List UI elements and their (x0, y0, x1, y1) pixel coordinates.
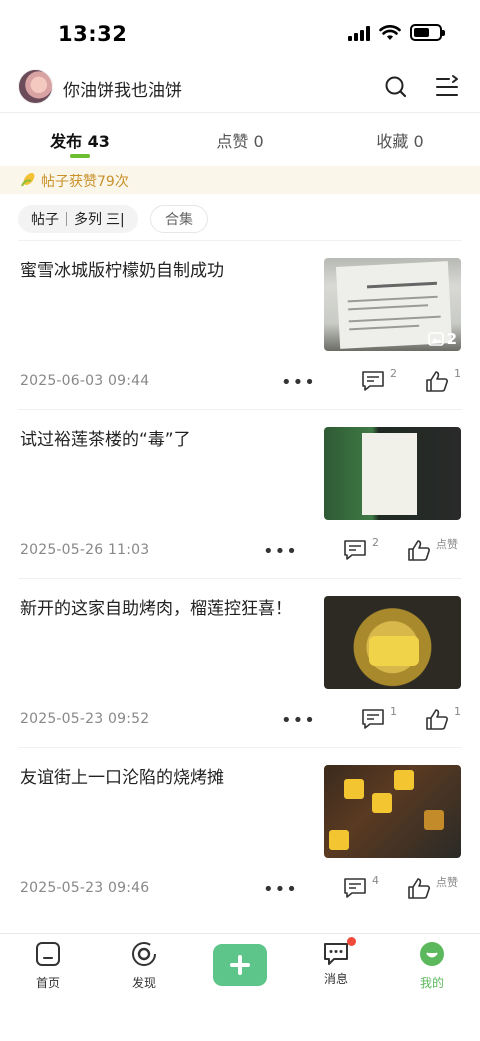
avatar[interactable] (18, 69, 53, 104)
nav-home[interactable]: 首页 (8, 940, 88, 991)
post-title[interactable]: 蜜雪冰城版柠檬奶自制成功 (20, 257, 295, 286)
filter-posts-chip[interactable]: 帖子 多列 三| (18, 205, 138, 233)
like-label: 点赞 (436, 538, 458, 551)
filter-collection-chip[interactable]: 合集 (150, 205, 208, 233)
post-title[interactable]: 新开的这家自助烤肉，榴莲控狂喜！ (20, 595, 295, 624)
post-date: 2025-05-23 09:52 (20, 711, 150, 727)
tab-label: 发布 43 (50, 132, 110, 151)
filter-posts-label: 帖子 (31, 212, 59, 228)
post-item[interactable]: 新开的这家自助烤肉，榴莲控狂喜！ 2025-05-23 09:52 ••• 1 … (18, 578, 462, 747)
post-thumbnail[interactable] (324, 596, 461, 689)
wifi-icon (379, 24, 401, 40)
like-icon[interactable] (407, 877, 431, 899)
more-options-icon[interactable]: ••• (263, 541, 298, 562)
signal-icon (348, 25, 370, 41)
likes-banner: 帖子获赞79次 (0, 166, 480, 194)
filter-sort-label: 多列 (74, 212, 102, 228)
pineapple-piece (344, 779, 364, 799)
post-thumbnail[interactable]: 2 (324, 258, 461, 351)
nav-label: 消息 (323, 972, 348, 986)
menu-icon[interactable] (435, 74, 461, 100)
post-thumbnail[interactable] (324, 427, 461, 520)
comment-icon[interactable] (361, 370, 385, 392)
nav-discover[interactable]: 发现 (104, 940, 184, 991)
tab-label: 收藏 0 (376, 132, 424, 151)
profile-tabs: 发布 43 点赞 0 收藏 0 (0, 118, 480, 164)
nav-messages[interactable]: 消息 (296, 937, 376, 987)
more-options-icon[interactable]: ••• (263, 879, 298, 900)
more-options-icon[interactable]: ••• (281, 710, 316, 731)
profile-icon (420, 942, 444, 966)
comment-icon[interactable] (361, 708, 385, 730)
image-count-badge: 2 (427, 330, 457, 348)
nav-profile[interactable]: 我的 (392, 940, 472, 991)
like-icon[interactable] (407, 539, 431, 561)
nav-label: 我的 (419, 976, 444, 990)
comment-count: 2 (390, 367, 397, 380)
tab-label: 点赞 0 (216, 132, 264, 151)
post-thumbnail[interactable] (324, 765, 461, 858)
comment-icon[interactable] (343, 539, 367, 561)
like-icon[interactable] (425, 370, 449, 392)
like-count: 1 (454, 705, 461, 718)
image-count: 2 (446, 330, 457, 348)
tea-label-image (362, 433, 417, 515)
profile-header: 你油饼我也油饼 (0, 64, 480, 112)
comment-count: 1 (390, 705, 397, 718)
post-item[interactable]: 蜜雪冰城版柠檬奶自制成功 2 2025-06-03 09:44 ••• 2 1 (18, 240, 462, 409)
notification-badge (347, 937, 356, 946)
like-label: 点赞 (436, 876, 458, 889)
post-title[interactable]: 试过裕莲茶楼的“毒”了 (20, 426, 295, 455)
durian-image (369, 636, 419, 666)
username[interactable]: 你油饼我也油饼 (63, 76, 182, 101)
post-date: 2025-05-23 09:46 (20, 880, 150, 896)
message-icon (322, 937, 356, 968)
tab-favorites[interactable]: 收藏 0 (320, 118, 480, 164)
meat-piece (424, 810, 444, 830)
discover-icon (132, 942, 156, 966)
nav-label: 首页 (35, 976, 60, 990)
post-title[interactable]: 友谊街上一口沦陷的烧烤摊 (20, 764, 295, 793)
likes-banner-text: 帖子获赞79次 (41, 174, 129, 190)
post-item[interactable]: 友谊街上一口沦陷的烧烤摊 2025-05-23 09:46 ••• 4 点赞 (18, 747, 462, 916)
like-icon[interactable] (425, 708, 449, 730)
pineapple-piece (329, 830, 349, 850)
pineapple-piece (394, 770, 414, 790)
status-bar: 13:32 (0, 0, 480, 64)
comment-count: 4 (372, 874, 379, 887)
header-divider (0, 112, 480, 113)
chip-separator (66, 212, 67, 226)
search-icon[interactable] (383, 74, 409, 100)
like-count: 1 (454, 367, 461, 380)
tab-posts[interactable]: 发布 43 (0, 118, 160, 164)
home-icon (36, 942, 60, 966)
post-item[interactable]: 试过裕莲茶楼的“毒”了 2025-05-26 11:03 ••• 2 点赞 (18, 409, 462, 578)
filter-collection-label: 合集 (165, 212, 193, 228)
layout-icon: 三| (106, 212, 125, 228)
battery-icon (410, 24, 445, 41)
comment-icon[interactable] (343, 877, 367, 899)
bottom-nav: 首页 发现 消息 我的 (0, 933, 480, 1041)
tab-likes[interactable]: 点赞 0 (160, 118, 320, 164)
post-feed: 蜜雪冰城版柠檬奶自制成功 2 2025-06-03 09:44 ••• 2 1 … (0, 240, 480, 916)
more-options-icon[interactable]: ••• (281, 372, 316, 393)
post-date: 2025-06-03 09:44 (20, 373, 150, 389)
pineapple-piece (372, 793, 392, 813)
status-time: 13:32 (58, 22, 128, 46)
nav-label: 发现 (131, 976, 156, 990)
comment-count: 2 (372, 536, 379, 549)
create-post-button[interactable] (213, 944, 267, 986)
corn-icon (21, 173, 35, 187)
post-date: 2025-05-26 11:03 (20, 542, 150, 558)
tab-indicator (70, 154, 90, 158)
gallery-icon (427, 332, 444, 346)
status-icons (348, 24, 445, 41)
